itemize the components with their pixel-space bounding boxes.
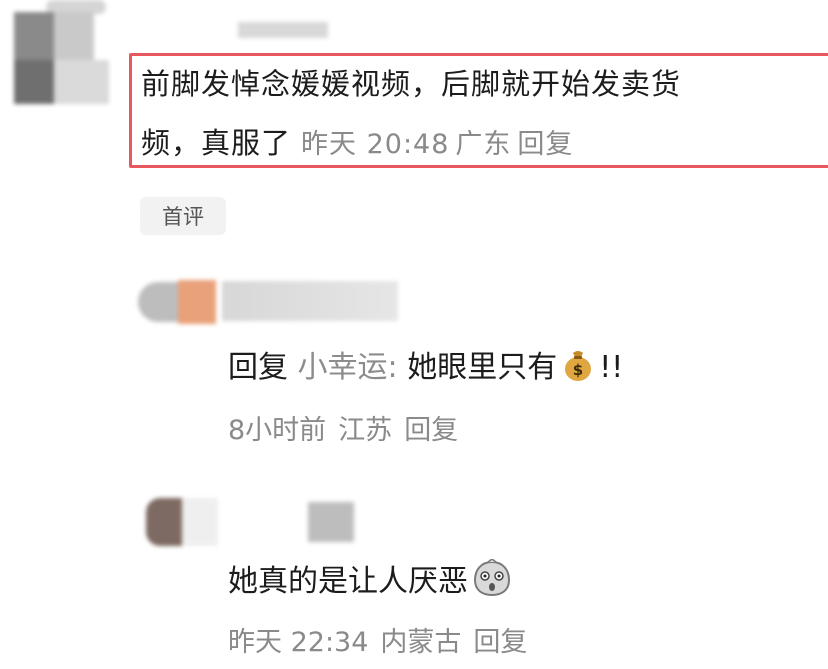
reply-to-user[interactable]: 小幸运: bbox=[298, 350, 398, 385]
comment-text-line1: 前脚发悼念媛媛视频，后脚就开始发卖货 bbox=[141, 67, 682, 101]
reply-button[interactable]: 回复 bbox=[473, 627, 527, 658]
comment-text-line2: 频，真服了 昨天 20:48 广东 回复 bbox=[141, 120, 579, 162]
first-comment-badge: 首评 bbox=[140, 197, 226, 235]
reply-meta: 8小时前 江苏 回复 bbox=[228, 408, 470, 447]
shocked-face-icon bbox=[472, 558, 512, 597]
reply-location: 江苏 bbox=[338, 415, 393, 446]
reply-text: 她眼里只有 bbox=[407, 350, 558, 385]
reply-content: 回复 小幸运: 她眼里只有 $ !! bbox=[228, 342, 623, 386]
comment-text-line2-content: 频，真服了 bbox=[141, 126, 292, 160]
commenter-avatar[interactable] bbox=[6, 0, 124, 108]
reply-prefix: 回复 bbox=[228, 350, 288, 385]
reply-button[interactable]: 回复 bbox=[517, 129, 573, 160]
comment-location: 广东 bbox=[455, 129, 512, 160]
money-bag-icon: $ bbox=[563, 349, 593, 381]
svg-text:$: $ bbox=[573, 361, 583, 379]
reply-avatar[interactable] bbox=[138, 274, 220, 326]
commenter-name-blurred[interactable] bbox=[238, 22, 328, 38]
comment-time: 昨天 20:48 bbox=[301, 129, 450, 160]
reply-avatar[interactable] bbox=[146, 492, 222, 548]
reply-suffix: !! bbox=[599, 350, 624, 385]
reply-location: 内蒙古 bbox=[380, 627, 462, 658]
reply-content: 她真的是让人厌恶 bbox=[228, 556, 512, 600]
reply-meta: 昨天 22:34 内蒙古 回复 bbox=[228, 620, 539, 659]
reply-username-blurred[interactable] bbox=[308, 502, 354, 542]
reply-button[interactable]: 回复 bbox=[404, 415, 458, 446]
reply-time: 昨天 22:34 bbox=[228, 627, 369, 658]
reply-username-blurred[interactable] bbox=[222, 281, 398, 321]
reply-text: 她真的是让人厌恶 bbox=[228, 564, 468, 599]
reply-time: 8小时前 bbox=[228, 415, 327, 446]
